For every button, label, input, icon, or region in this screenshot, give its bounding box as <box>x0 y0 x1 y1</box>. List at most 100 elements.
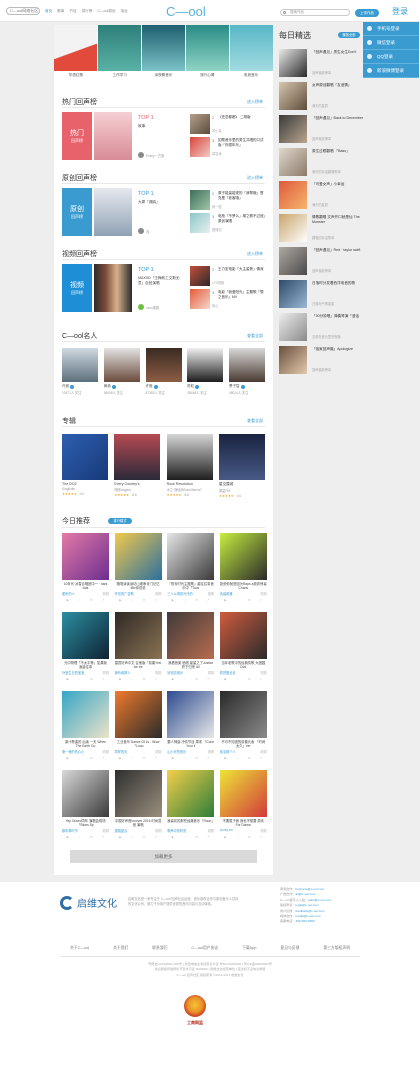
contact-value[interactable]: ad@c-ool.com <box>295 892 315 896</box>
top1-cover[interactable] <box>94 112 132 160</box>
hot-chart-more-link[interactable]: 进入榜单 <box>247 99 263 105</box>
pick-collection[interactable]: 满天的星辰 <box>312 202 328 207</box>
top1-user[interactable]: Every一方旅 <box>138 152 164 158</box>
comment-icon[interactable]: ✉ <box>248 756 251 760</box>
top1-title[interactable]: 故事 <box>138 124 180 129</box>
comment-icon[interactable]: ✉ <box>143 677 146 681</box>
footer-link[interactable]: 下载App <box>242 946 256 951</box>
like-icon[interactable]: ♡ <box>131 598 134 602</box>
play-icon[interactable]: ▶ <box>172 835 174 839</box>
nav-item-radio[interactable]: 电台 <box>121 9 128 14</box>
share-icon[interactable]: ↗ <box>154 598 157 602</box>
banner-label[interactable]: 工作学习 <box>98 73 142 78</box>
recommend-card[interactable]: 不可不知道的前奏元素 「时间太久」ver 依靠那个人 刚刚 ▶ ♡ ✉ ↗ <box>219 691 267 761</box>
recommend-author[interactable]: 第一夜的伤心小 <box>62 749 84 754</box>
top1-user[interactable]: xxxx视频 <box>138 304 159 310</box>
daily-pick-item[interactable]: 「回声遇见」Red · taylor swift 回声播放榜单 <box>279 247 365 275</box>
daily-pick-item[interactable]: 原生过眼翻唱 「Bass」 美好的民谣翻唱歌单 <box>279 148 365 176</box>
upload-button[interactable]: 上传作品 <box>355 9 379 17</box>
recommend-card[interactable]: 随笔读读读坊山坡串青门记忆Mix你说说 环岛的广告歌 刚刚 ▶ ♡ ✉ ↗ <box>114 533 162 603</box>
recommend-author[interactable]: 那年那时节 <box>62 828 78 833</box>
search-input[interactable]: 搜索作品 <box>280 9 350 16</box>
share-icon[interactable]: ↗ <box>102 835 105 839</box>
banner-label[interactable]: 华语红歌 <box>54 73 98 78</box>
daily-pick-item[interactable]: 日落时分发着西洋电音的歌 日落电气歌曲集 <box>279 280 365 308</box>
site-logo[interactable]: C—ool网络社区 <box>6 7 40 15</box>
album-card[interactable]: The DOZ Kingfiolle ★★★★★ 0.0 <box>62 434 108 498</box>
play-icon[interactable]: ▶ <box>119 598 121 602</box>
album-card[interactable]: Every Country's 嘿嘿Angeal ★★★★★ 8.6 <box>114 434 161 498</box>
login-qq-option[interactable]: QQ登录 <box>363 50 419 64</box>
star-card[interactable]: 萧子智 48024人 关注 <box>229 348 265 395</box>
daily-pick-item[interactable]: 「可爱女声」小幸运 满天的星辰 <box>279 181 365 209</box>
daily-pick-item[interactable]: 「独家回声篇」Apologize 回声播放榜单 <box>279 346 365 374</box>
chart-item[interactable]: 2 王力宏电影「大主姿势」情深 LFS视频 <box>190 266 265 286</box>
comment-icon[interactable]: ✉ <box>195 756 198 760</box>
chart-item[interactable]: 2 原子能量能现的「我帮哦」冒充是「老客哦」 雨一狐 <box>190 190 265 210</box>
like-icon[interactable]: ♡ <box>131 756 134 760</box>
daily-pick-item[interactable]: 「回声遇见」Back to December 回声播放榜单 <box>279 115 365 143</box>
brand-logo[interactable]: C—ool <box>166 4 206 19</box>
recommend-card[interactable]: 「恒青时代主题歌」越往往事音乐中「Tous 三人以得到冷冷的 刚刚 ▶ ♡ ✉ ↗ <box>167 533 215 603</box>
comment-icon[interactable]: ✉ <box>143 598 146 602</box>
like-icon[interactable]: ♡ <box>236 677 239 681</box>
banner-tile-5[interactable] <box>230 25 273 71</box>
recommend-card[interactable]: 工业音乐 Dance Of 1s - Wow「Louo 同样的天 刚刚 ▶ ♡ ✉ ↗ <box>114 691 162 761</box>
play-icon[interactable]: ▶ <box>119 835 121 839</box>
play-icon[interactable]: ▶ <box>224 756 226 760</box>
recommend-card[interactable]: 原汁歌曲的 后续 一天 When The Earth Go 第一夜的伤心小 刚刚 ▶ ♡… <box>62 691 109 761</box>
business-license-seal-icon[interactable] <box>184 995 206 1017</box>
like-icon[interactable]: ♡ <box>183 677 186 681</box>
share-icon[interactable]: ↗ <box>102 756 105 760</box>
top1-title[interactable]: MAXXD「王梅转工文斯无意」自拍演唱 <box>138 276 180 286</box>
banner-label[interactable]: 旅行心情 <box>185 73 229 78</box>
share-icon[interactable]: ↗ <box>102 598 105 602</box>
recommend-author[interactable]: 三人以得到冷冷的 <box>167 591 193 596</box>
top1-user[interactable]: 浅 <box>138 228 149 234</box>
chart-item[interactable]: 3 电影「我爱阳光」主题歌「想之音乐」MV 雨心 <box>190 289 265 309</box>
star-card[interactable]: 黄渤 98458人 关注 <box>103 348 140 395</box>
comment-icon[interactable]: ✉ <box>195 835 198 839</box>
recommend-card[interactable]: 拒绝你就是因为Raps a放弃惊喜 Chans 伪装和雅 刚刚 ▶ ♡ ✉ ↗ <box>219 533 267 603</box>
recommend-card[interactable]: 我喜欢的那些经典音乐「Roun」 歌声中的听觉 刚刚 ▶ ♡ ✉ ↗ <box>167 770 215 840</box>
recommend-card[interactable]: 我看音楽 绝唱 星星之了Justice终于归来 Ail 铃铛清音乐 刚刚 ▶ ♡ ✉ ↗ <box>167 612 215 682</box>
share-icon[interactable]: ↗ <box>102 677 105 681</box>
daily-pick-item[interactable]: 女声原创翻唱「友谊情」 满天的星辰 <box>279 82 365 110</box>
play-icon[interactable]: ▶ <box>67 756 69 760</box>
albums-more-link[interactable]: 查看全部 <box>247 418 263 424</box>
play-icon[interactable]: ▶ <box>67 835 69 839</box>
hot-chart-cover[interactable]: 热门 回声榜 <box>62 112 92 160</box>
play-icon[interactable]: ▶ <box>119 756 121 760</box>
banner-label[interactable]: 电竞音乐 <box>229 73 273 78</box>
play-icon[interactable]: ▶ <box>172 756 174 760</box>
footer-link[interactable]: 联系我们 <box>152 946 167 951</box>
album-card[interactable]: 星空露城 繁星FM ★★★★★ 0.0 <box>218 434 265 498</box>
recommend-card[interactable]: 中国好声音Innover 2016 时尚混音 演唱 蛋糕甜点 刚刚 ▶ ♡ ✉ ↗ <box>114 770 162 840</box>
share-icon[interactable]: ↗ <box>260 598 263 602</box>
daily-pick-item[interactable]: 「回声遇见」男生女生Don't 回声播放榜单 <box>279 49 365 77</box>
chart-item[interactable]: 3 如歌音乐里的男生共唱的口试版「你很年乐」 郭昱涛 <box>190 137 265 157</box>
recommend-author[interactable]: 的拼图全靠 <box>220 670 236 675</box>
original-chart-cover[interactable]: 原创 回声榜 <box>62 188 92 236</box>
pick-collection[interactable]: 满天的星辰 <box>312 103 328 108</box>
comment-icon[interactable]: ✉ <box>143 835 146 839</box>
comment-icon[interactable]: ✉ <box>195 598 198 602</box>
company-logo[interactable]: 启维文化 <box>60 895 117 910</box>
star-card[interactable]: 许嵩 10471人 关注 <box>62 348 98 395</box>
login-wechat-option[interactable]: 微信登录 <box>363 36 419 50</box>
play-icon[interactable]: ▶ <box>224 598 226 602</box>
contact-value[interactable]: artist@c-ool.com <box>308 898 331 902</box>
login-link[interactable]: 登录 <box>392 6 408 17</box>
pick-collection[interactable]: 美好的民谣翻唱歌单 <box>312 169 341 174</box>
share-icon[interactable]: ↗ <box>260 835 263 839</box>
share-icon[interactable]: ↗ <box>154 677 157 681</box>
daily-pick-item[interactable]: 「30分钟唱」弹奏琴演「漫话 沉浸在音乐里的夜晚 <box>279 313 365 341</box>
recommend-author[interactable]: 同样的天 <box>115 749 128 754</box>
like-icon[interactable]: ♡ <box>183 598 186 602</box>
pick-collection[interactable]: 回声播放榜单 <box>312 367 331 372</box>
comment-icon[interactable]: ✉ <box>248 598 251 602</box>
chart-item[interactable]: 2 《还恋都都》 二胡版 琴小呆 <box>190 114 265 134</box>
recommend-card[interactable]: 不要属于我 我也不想要 周末 For Dance Lucky-fm 刚刚 ▶ ♡ ✉ ↗ <box>219 770 267 840</box>
play-all-button[interactable]: 播放全部 <box>338 32 360 38</box>
recommend-card[interactable]: 当年老歌中的经典情歌 大团圆 Dvd 的拼图全靠 刚刚 ▶ ♡ ✉ ↗ <box>219 612 267 682</box>
